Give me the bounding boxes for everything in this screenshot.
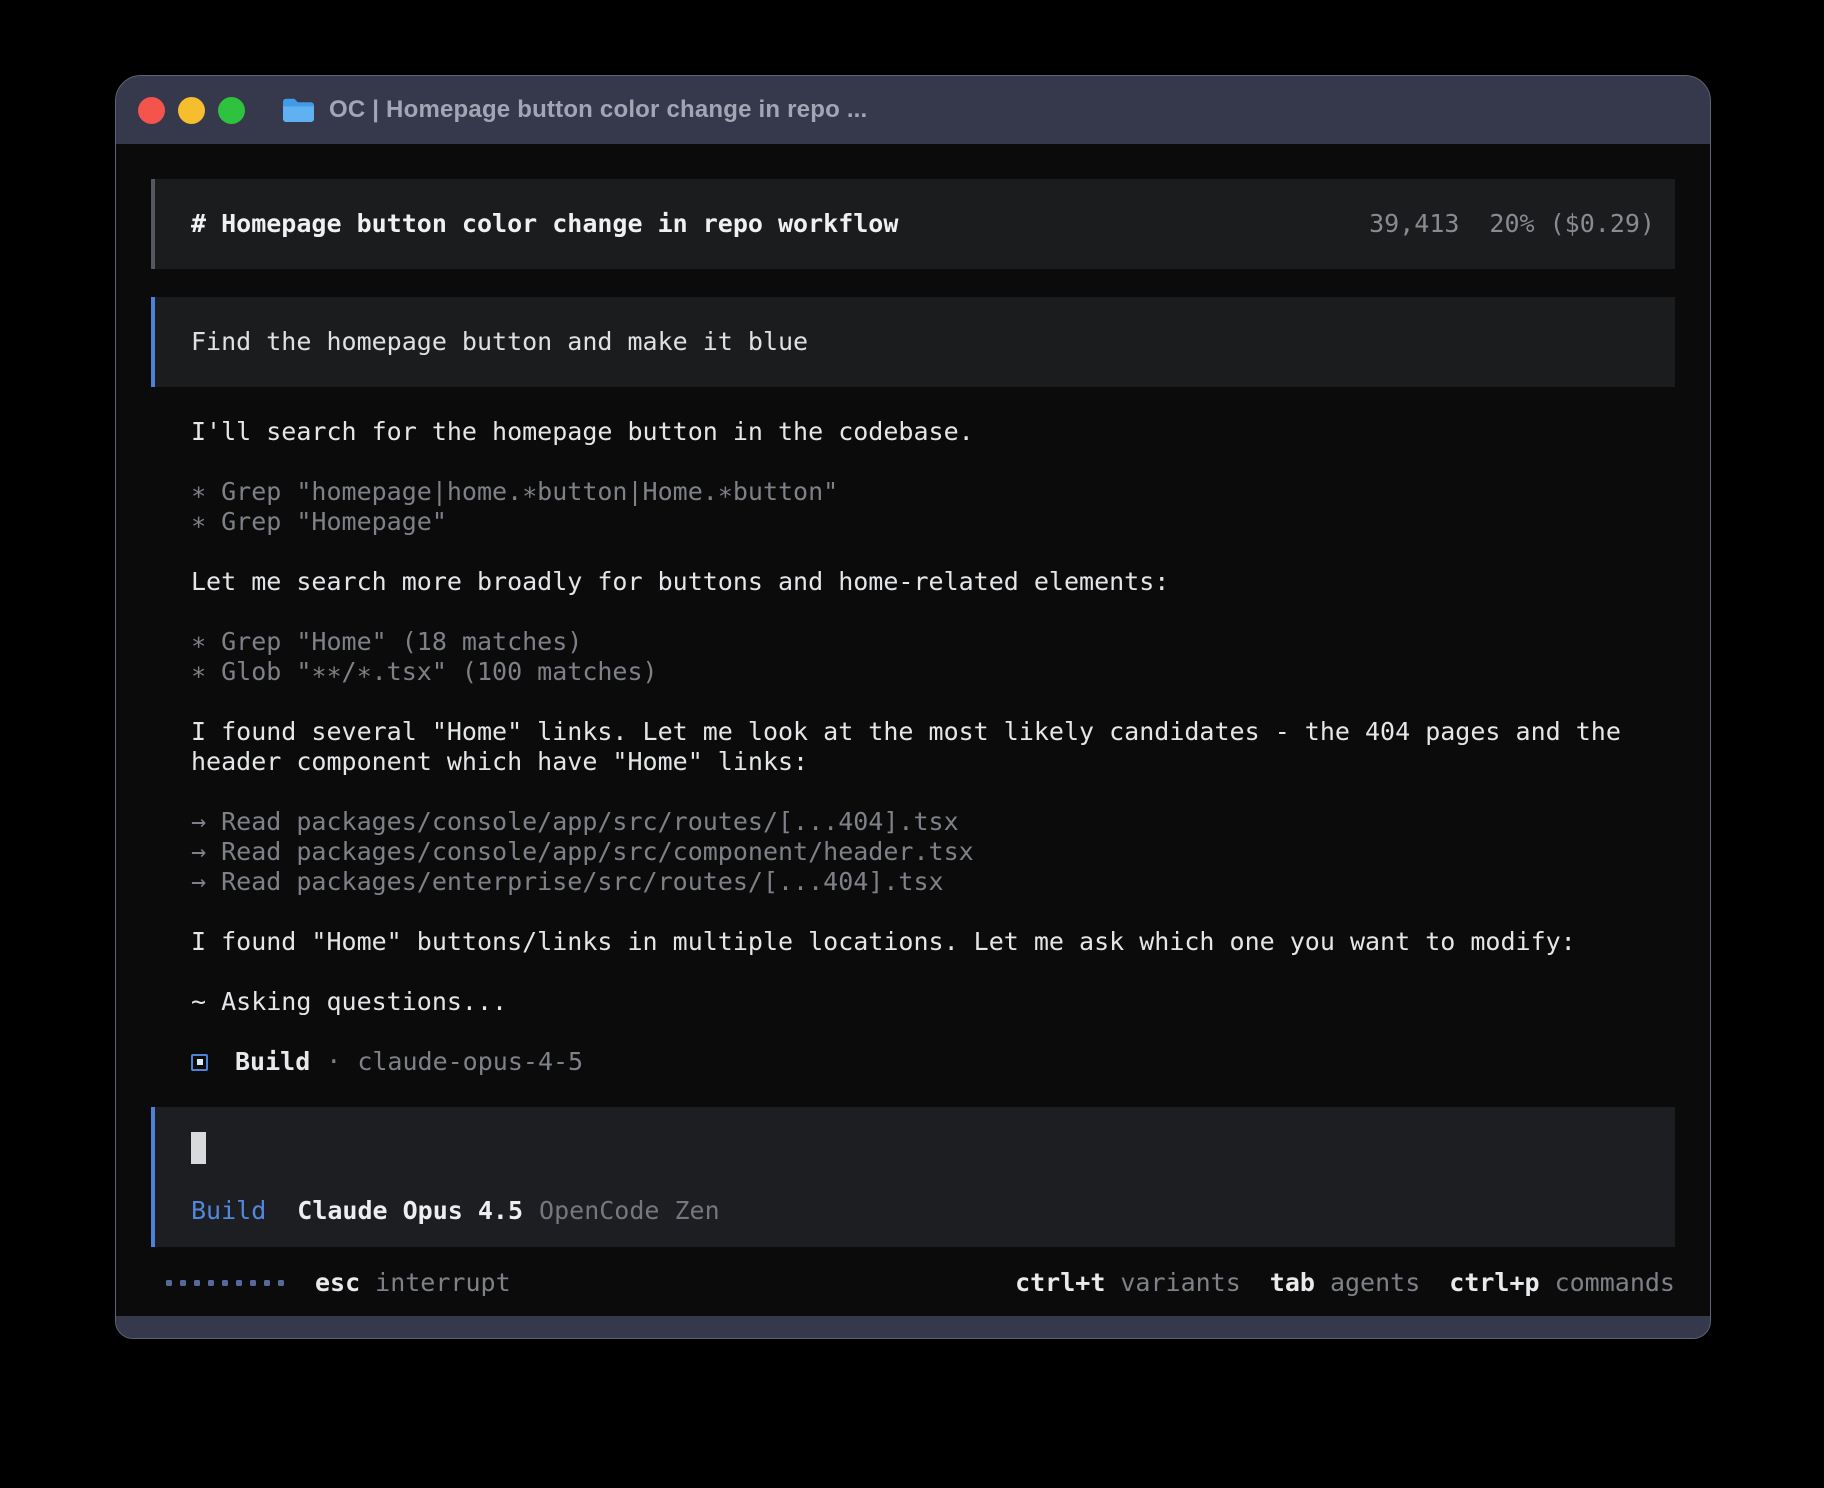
zoom-button[interactable]: [218, 97, 245, 124]
hint-variants: ctrl+t variants: [1015, 1268, 1241, 1298]
spinner-dot: [180, 1280, 186, 1286]
session-title: # Homepage button color change in repo w…: [191, 209, 898, 239]
assistant-text: I found "Home" buttons/links in multiple…: [191, 927, 1635, 957]
context-usage-cost: 20% ($0.29): [1489, 209, 1655, 239]
variants-label: variants: [1120, 1268, 1240, 1298]
model-id: claude-opus-4-5: [357, 1047, 583, 1077]
spinner-dot: [166, 1280, 172, 1286]
input-model-name[interactable]: Claude Opus 4.5: [297, 1196, 523, 1226]
tool-calls-grep-glob: ∗ Grep "Home" (18 matches) ∗ Glob "∗∗/∗.…: [191, 627, 1635, 687]
session-header: # Homepage button color change in repo w…: [151, 179, 1675, 269]
tool-calls-read: → Read packages/console/app/src/routes/[…: [191, 807, 1635, 897]
spinner-dot: [264, 1280, 270, 1286]
spinner-dot: [236, 1280, 242, 1286]
commands-label: commands: [1555, 1268, 1675, 1298]
text-cursor: [191, 1132, 206, 1164]
tool-call-line: ∗ Grep "homepage|home.∗button|Home.∗butt…: [191, 477, 1635, 507]
assistant-text: I'll search for the homepage button in t…: [191, 417, 1635, 447]
user-message: Find the homepage button and make it blu…: [151, 297, 1675, 387]
assistant-line: Let me search more broadly for buttons a…: [191, 567, 1635, 597]
hint-shortcuts: ctrl+t variants tab agents ctrl+p comman…: [1015, 1268, 1675, 1298]
titlebar[interactable]: OC | Homepage button color change in rep…: [116, 76, 1710, 144]
separator-dot: ·: [326, 1047, 341, 1077]
tool-call-line: → Read packages/console/app/src/routes/[…: [191, 807, 1635, 837]
ctrl-p-key: ctrl+p: [1449, 1268, 1539, 1298]
prompt-input[interactable]: Build Claude Opus 4.5 OpenCode Zen: [151, 1107, 1675, 1247]
token-count: 39,413: [1369, 209, 1459, 239]
spinner-dot: [222, 1280, 228, 1286]
agent-name: Build: [235, 1047, 310, 1077]
minimize-button[interactable]: [178, 97, 205, 124]
agent-status-row: Build · claude-opus-4-5: [191, 1047, 1635, 1077]
assistant-line: I found "Home" buttons/links in multiple…: [191, 927, 1635, 957]
user-message-text: Find the homepage button and make it blu…: [191, 327, 808, 357]
agent-build-icon: [191, 1054, 208, 1071]
esc-label: interrupt: [375, 1268, 510, 1298]
tool-call-line: ∗ Grep "Home" (18 matches): [191, 627, 1635, 657]
working-status-line: ~ Asking questions...: [191, 987, 1635, 1017]
ctrl-t-key: ctrl+t: [1015, 1268, 1105, 1298]
tool-calls-grep: ∗ Grep "homepage|home.∗button|Home.∗butt…: [191, 477, 1635, 537]
assistant-text: I found several "Home" links. Let me loo…: [191, 717, 1635, 777]
hint-commands: ctrl+p commands: [1449, 1268, 1675, 1298]
window-bottom-strip: [116, 1316, 1710, 1338]
hint-esc: esc interrupt: [315, 1268, 511, 1298]
spinner-dots: [166, 1280, 284, 1286]
terminal-window: OC | Homepage button color change in rep…: [115, 75, 1711, 1339]
tool-call-line: → Read packages/enterprise/src/routes/[.…: [191, 867, 1635, 897]
assistant-line: I found several "Home" links. Let me loo…: [191, 717, 1635, 747]
spinner-dot: [208, 1280, 214, 1286]
assistant-text: Let me search more broadly for buttons a…: [191, 567, 1635, 597]
terminal-content: # Homepage button color change in repo w…: [116, 144, 1710, 1316]
tab-key: tab: [1270, 1268, 1315, 1298]
input-agent-name[interactable]: Build: [191, 1196, 266, 1226]
close-button[interactable]: [138, 97, 165, 124]
hint-bar: esc interrupt ctrl+t variants tab agents…: [151, 1268, 1675, 1298]
spinner-dot: [194, 1280, 200, 1286]
assistant-line: I'll search for the homepage button in t…: [191, 417, 1635, 447]
session-stats: 39,413 20% ($0.29): [1369, 209, 1655, 239]
window-title: OC | Homepage button color change in rep…: [329, 96, 867, 124]
tool-call-line: ∗ Grep "Homepage": [191, 507, 1635, 537]
spinner-dot: [250, 1280, 256, 1286]
folder-icon: [281, 97, 316, 124]
tool-call-line: ∗ Glob "∗∗/∗.tsx" (100 matches): [191, 657, 1635, 687]
spinner-dot: [278, 1280, 284, 1286]
hint-agents: tab agents: [1270, 1268, 1420, 1298]
traffic-lights: [138, 97, 245, 124]
esc-key: esc: [315, 1268, 360, 1298]
input-provider-name: OpenCode Zen: [539, 1196, 720, 1226]
input-model-row: Build Claude Opus 4.5 OpenCode Zen: [191, 1196, 1655, 1226]
agents-label: agents: [1330, 1268, 1420, 1298]
assistant-line: header component which have "Home" links…: [191, 747, 1635, 777]
tool-call-line: → Read packages/console/app/src/componen…: [191, 837, 1635, 867]
assistant-working-status: ~ Asking questions...: [191, 987, 1635, 1017]
